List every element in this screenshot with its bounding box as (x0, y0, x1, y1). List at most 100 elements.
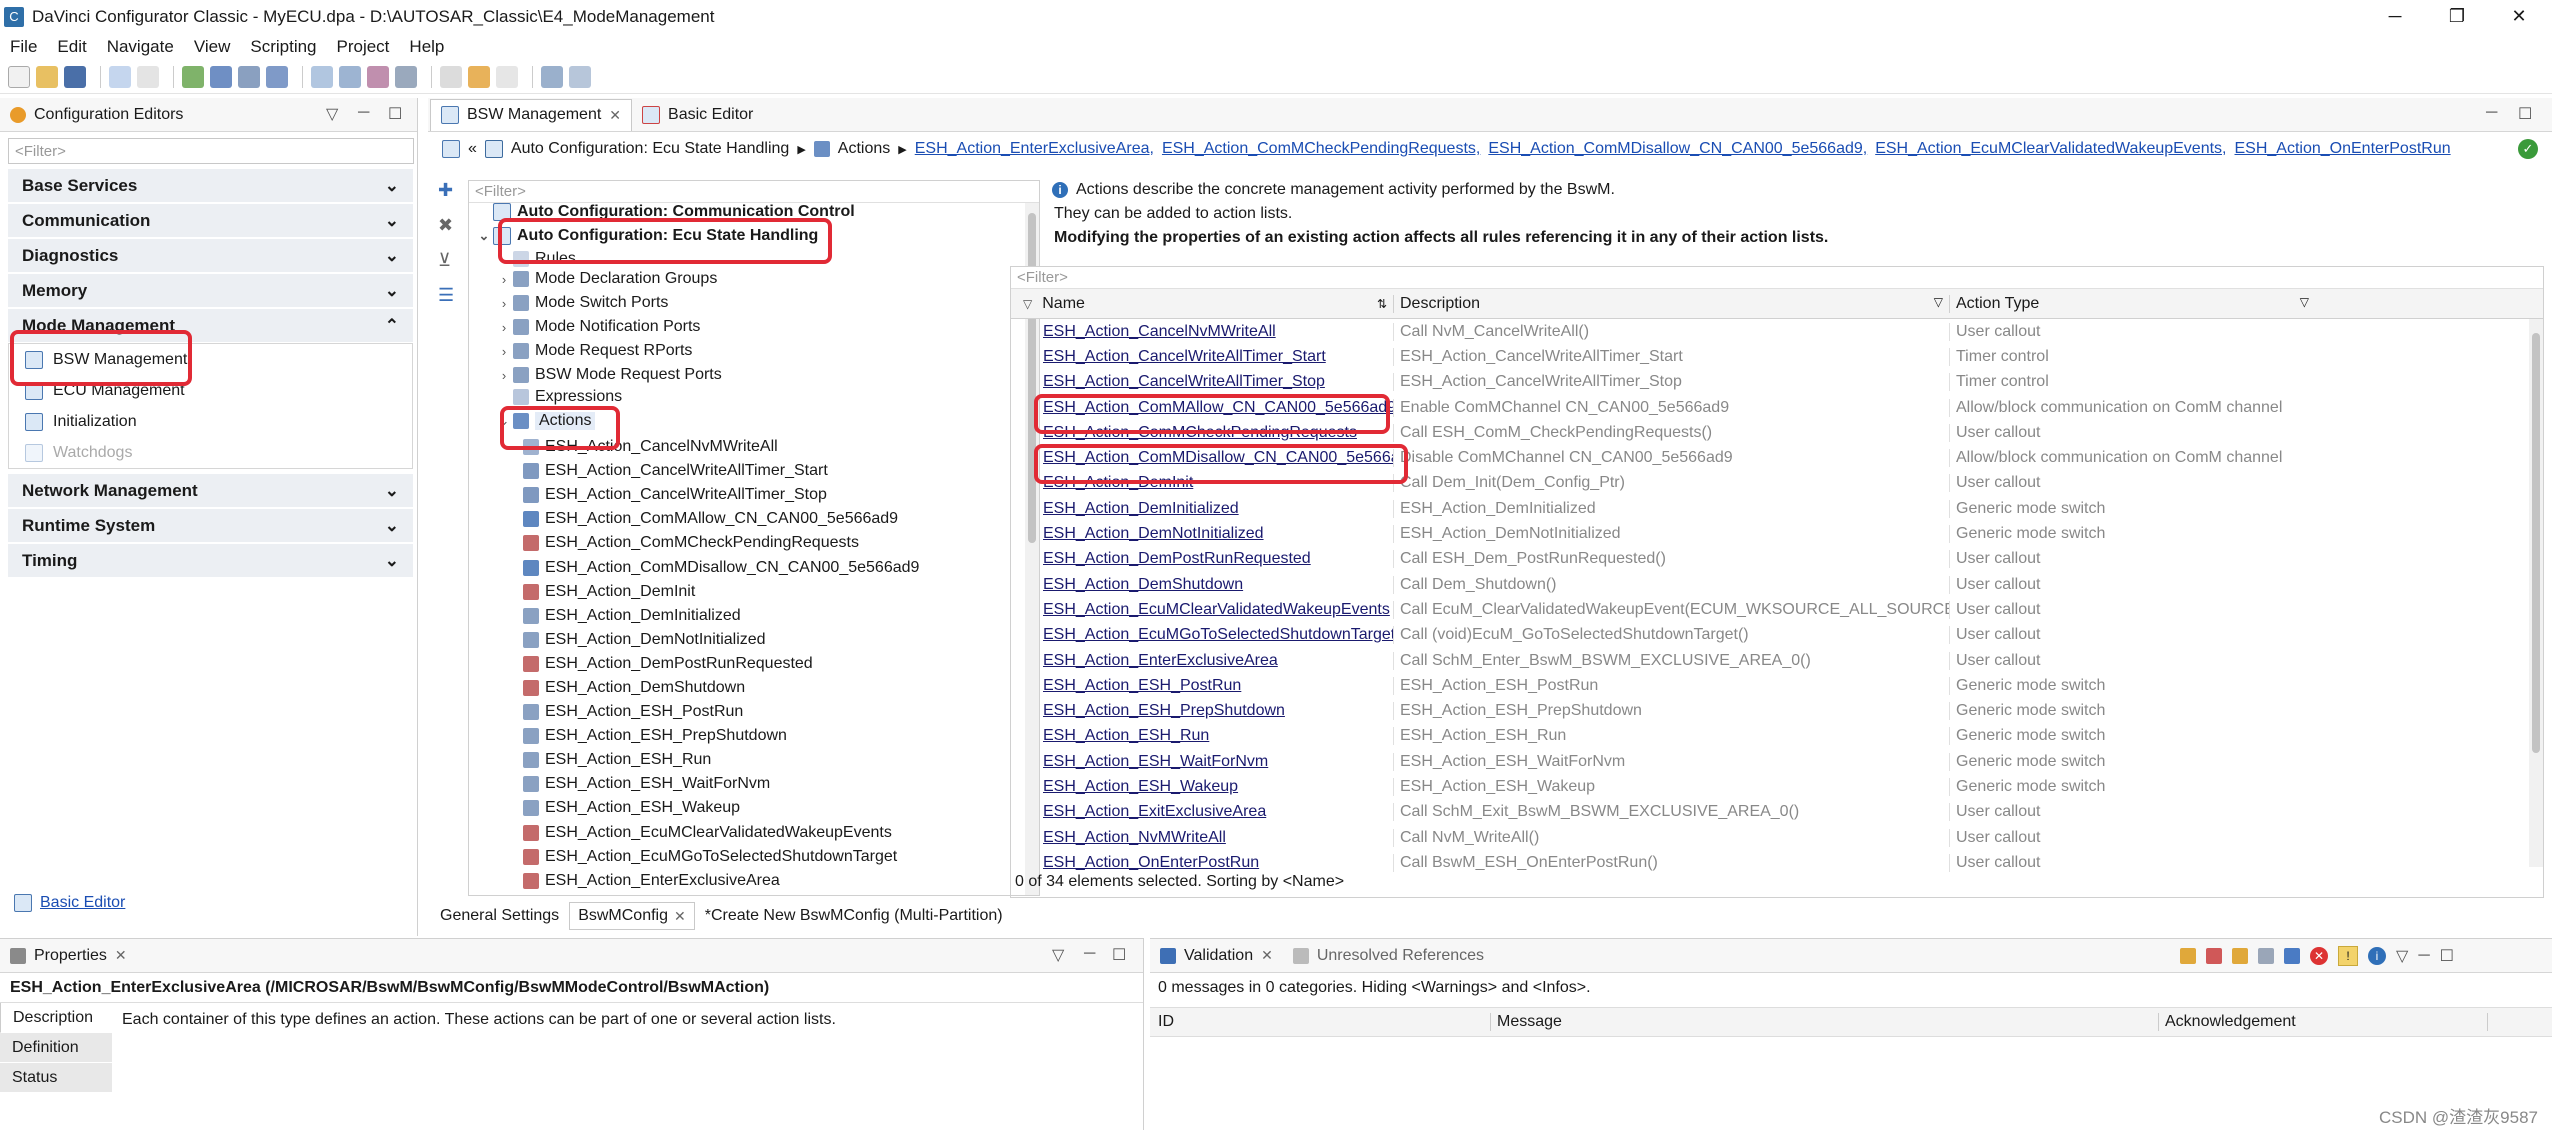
breadcrumb-link[interactable]: ESH_Action_OnEnterPostRun (2235, 140, 2451, 158)
view-menu-icon[interactable]: ▽ (1052, 945, 1064, 965)
view-icon[interactable] (339, 65, 361, 88)
tab-bswmconfig[interactable]: BswMConfig ✕ (569, 902, 695, 930)
list-icon[interactable]: ☰ (438, 285, 458, 306)
tree-action-item[interactable]: ESH_Action_ComMAllow_CN_CAN00_5e566ad9 (475, 507, 1039, 531)
validate-icon[interactable] (182, 65, 204, 88)
tree-action-item[interactable]: ESH_Action_EcuMGoToSelectedShutdownTarge… (475, 845, 1039, 869)
expanded-icon[interactable]: ⌄ (475, 228, 493, 244)
collapsed-icon[interactable]: › (495, 296, 513, 311)
table-row[interactable]: ESH_Action_EnterExclusiveArea Call SchM_E… (1011, 648, 2543, 673)
outline-icon[interactable] (442, 140, 460, 158)
tree-filter-input[interactable]: <Filter> (469, 181, 1039, 203)
category-runtime-system[interactable]: Runtime System ⌄ (8, 508, 413, 542)
cell-name[interactable]: ESH_Action_DemShutdown (1011, 576, 1393, 594)
table-row[interactable]: ESH_Action_NvMWriteAll Call NvM_WriteAll(… (1011, 825, 2543, 850)
cell-name[interactable]: ESH_Action_CancelWriteAllTimer_Start (1011, 348, 1393, 366)
collapse-breadcrumb-icon[interactable]: « (468, 140, 477, 158)
minimize-editor-icon[interactable]: ─ (2486, 104, 2497, 122)
redo-icon[interactable] (137, 65, 159, 88)
table-row[interactable]: ESH_Action_CancelNvMWriteAll Call NvM_Can… (1011, 319, 2543, 344)
back-icon[interactable] (468, 65, 490, 88)
table-row[interactable]: ESH_Action_DemPostRunRequested Call ESH_D… (1011, 547, 2543, 572)
view-menu-icon[interactable]: ▽ (326, 104, 338, 124)
table-row[interactable]: ESH_Action_EcuMClearValidatedWakeupEvent… (1011, 597, 2543, 622)
properties-tab[interactable]: Properties ✕ (0, 940, 137, 972)
tree-action-item[interactable]: ESH_Action_DemNotInitialized (475, 628, 1039, 652)
cell-name[interactable]: ESH_Action_DemInitialized (1011, 500, 1393, 518)
search-icon[interactable] (395, 65, 417, 88)
table-row[interactable]: ESH_Action_ESH_PrepShutdown ESH_Action_ES… (1011, 698, 2543, 723)
column-description[interactable]: Description ▽ (1393, 294, 1949, 313)
minimize-view-icon[interactable]: ─ (2418, 947, 2429, 965)
cell-name[interactable]: ESH_Action_DemNotInitialized (1011, 525, 1393, 543)
tree-node-bsw-mode-request-ports[interactable]: › BSW Mode Request Ports (475, 363, 1039, 387)
table-filter-input[interactable]: <Filter> (1011, 267, 2543, 289)
table-row[interactable]: ESH_Action_CancelWriteAllTimer_Stop ESH_A… (1011, 370, 2543, 395)
maximize-view-icon[interactable]: ☐ (388, 104, 402, 124)
cell-name[interactable]: ESH_Action_ExitExclusiveArea (1011, 803, 1393, 821)
menu-project[interactable]: Project (337, 37, 390, 57)
tree-action-item[interactable]: ESH_Action_CancelWriteAllTimer_Stop (475, 483, 1039, 507)
menu-navigate[interactable]: Navigate (107, 37, 174, 57)
table-scrollbar[interactable] (2529, 319, 2543, 867)
tree-node-mode-switch-ports[interactable]: › Mode Switch Ports (475, 291, 1039, 315)
tree-node-mode-request-rports[interactable]: › Mode Request RPorts (475, 339, 1039, 363)
close-tab-icon[interactable]: ✕ (674, 908, 686, 925)
collapsed-icon[interactable]: › (495, 368, 513, 383)
menu-scripting[interactable]: Scripting (250, 37, 316, 57)
close-tab-icon[interactable]: ✕ (1261, 947, 1273, 964)
tree-node-mode-notification-ports[interactable]: › Mode Notification Ports (475, 315, 1039, 339)
close-tab-icon[interactable]: ✕ (609, 107, 621, 124)
category-diagnostics[interactable]: Diagnostics ⌄ (8, 238, 413, 272)
column-name[interactable]: ▽ Name ⇅ (1011, 295, 1393, 313)
diagram-icon[interactable] (367, 65, 389, 88)
table-row[interactable]: ESH_Action_ESH_Run ESH_Action_ESH_Run Gene… (1011, 724, 2543, 749)
cell-name[interactable]: ESH_Action_ESH_PostRun (1011, 677, 1393, 695)
validation-tab[interactable]: Validation ✕ (1150, 940, 1283, 972)
add-icon[interactable]: ✚ (438, 180, 458, 201)
tree-action-item[interactable]: ESH_Action_ESH_PrepShutdown (475, 724, 1039, 748)
menu-view[interactable]: View (194, 37, 231, 57)
cell-name[interactable]: ESH_Action_DemPostRunRequested (1011, 550, 1393, 568)
filter-icon[interactable]: ▽ (1023, 297, 1032, 311)
solve-icon[interactable] (2180, 948, 2196, 964)
column-action-type[interactable]: Action Type ▽ (1949, 294, 2315, 313)
table-row[interactable]: ESH_Action_DemInitialized ESH_Action_DemI… (1011, 496, 2543, 521)
filter-icon[interactable] (2284, 948, 2300, 964)
table-row[interactable]: ESH_Action_CancelWriteAllTimer_Start ESH_… (1011, 344, 2543, 369)
editor-initialization[interactable]: Initialization (9, 406, 412, 437)
tree-action-item[interactable]: ESH_Action_DemPostRunRequested (475, 652, 1039, 676)
maximize-view-icon[interactable]: ☐ (1112, 945, 1126, 965)
sort-icon[interactable]: ⇅ (1377, 297, 1387, 311)
breadcrumb-link[interactable]: ESH_Action_EcuMClearValidatedWakeupEvent… (1875, 140, 2226, 158)
component-icon[interactable] (238, 65, 260, 88)
unresolved-references-tab[interactable]: Unresolved References (1283, 940, 1494, 972)
pin-icon[interactable] (440, 65, 462, 88)
tree-action-item[interactable]: ESH_Action_ComMDisallow_CN_CAN00_5e566ad… (475, 555, 1039, 579)
minimize-button[interactable]: ─ (2366, 0, 2424, 34)
cell-name[interactable]: ESH_Action_EnterExclusiveArea (1011, 652, 1393, 670)
solve-all-icon[interactable] (2206, 948, 2222, 964)
category-timing[interactable]: Timing ⌄ (8, 543, 413, 577)
table-row[interactable]: ESH_Action_DemNotInitialized ESH_Action_D… (1011, 521, 2543, 546)
menu-file[interactable]: File (10, 37, 37, 57)
maximize-button[interactable]: ❐ (2428, 0, 2486, 34)
close-tab-icon[interactable]: ✕ (115, 947, 127, 964)
tree-node-mode-declaration-groups[interactable]: › Mode Declaration Groups (475, 267, 1039, 291)
table-row[interactable]: ESH_Action_EcuMGoToSelectedShutdownTarge… (1011, 623, 2543, 648)
column-message[interactable]: Message (1490, 1013, 2158, 1031)
category-base-services[interactable]: Base Services ⌄ (8, 168, 413, 202)
basic-editor-link[interactable]: Basic Editor (14, 894, 125, 912)
error-filter-icon[interactable]: ✕ (2310, 947, 2328, 965)
category-communication[interactable]: Communication ⌄ (8, 203, 413, 237)
collapse-icon[interactable] (2258, 948, 2274, 964)
sort-icon[interactable] (569, 65, 591, 88)
cell-name[interactable]: ESH_Action_ESH_Run (1011, 727, 1393, 745)
filter-icon[interactable]: ▽ (2300, 295, 2309, 313)
breadcrumb-link[interactable]: ESH_Action_EnterExclusiveArea, (915, 140, 1154, 158)
cell-name[interactable]: ESH_Action_NvMWriteAll (1011, 829, 1393, 847)
settings-icon[interactable] (2232, 948, 2248, 964)
generate-icon[interactable] (210, 65, 232, 88)
tree-action-item[interactable]: ESH_Action_ESH_WaitForNvm (475, 772, 1039, 796)
tab-bsw-management[interactable]: BSW Management ✕ (430, 98, 633, 131)
